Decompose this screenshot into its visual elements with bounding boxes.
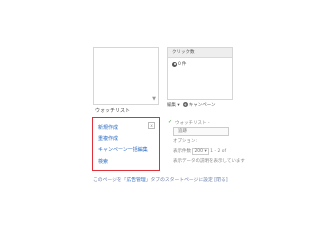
status-circle-icon (172, 61, 177, 67)
toolbar: 編集 ▾ + キャンペーン (167, 100, 233, 109)
add-campaign-button[interactable]: + キャンペーン (182, 102, 216, 108)
plus-icon: + (182, 102, 188, 107)
clicks-suffix: 件 (181, 62, 187, 67)
menu-item-new[interactable]: 新規作成 (98, 124, 118, 131)
add-campaign-label: キャンペーン (188, 102, 216, 108)
edit-button[interactable]: 編集 ▾ (167, 102, 180, 108)
display-count-label: 表示件数 (173, 149, 191, 154)
watchlist-label[interactable]: ウォッチリスト (95, 107, 130, 114)
check-icon: ✓ (168, 119, 173, 125)
clicks-value: 0 (178, 61, 181, 67)
menu-item-duplicate[interactable]: 重複作成 (98, 135, 118, 142)
clicks-panel: クリック数 0 件 (167, 47, 233, 100)
menu-close-icon[interactable]: x (148, 122, 155, 129)
watchlist-settings-title: ウォッチリスト - (175, 121, 210, 126)
start-page-note: このページを「広告管理」タブのスタートページに設定 [閉る] (93, 176, 228, 183)
footer-suffix[interactable]: 」タブのスタートページに設定 [閉る] (146, 178, 228, 183)
display-count-select[interactable]: 200 ▾ (192, 148, 209, 155)
data-note: 表示データの説明を表示しています (173, 159, 245, 164)
menu-item-search[interactable]: 検索 (98, 158, 108, 165)
campaign-tree-panel[interactable]: ▼ (93, 47, 159, 105)
ad-management-link[interactable]: 広告管理 (126, 178, 145, 183)
edit-button-label: 編集 ▾ (167, 102, 180, 108)
clicks-column-header[interactable]: クリック数 (168, 48, 232, 58)
watchlist-menu: x 新規作成 重複作成 キャンペーン一括編集 検索 (92, 117, 160, 171)
scroll-down-arrow-icon[interactable]: ▼ (152, 97, 156, 102)
options-label: オプション: (173, 139, 198, 144)
page-range: 1 - 2 of (210, 149, 227, 154)
watchlist-name-field[interactable]: 追跡 (173, 127, 229, 136)
watchlist-settings: ✓ ウォッチリスト - 追跡 オプション: 表示件数 200 ▾ 1 - 2 o… (167, 117, 245, 167)
menu-item-bulk-edit[interactable]: キャンペーン一括編集 (98, 146, 148, 153)
clicks-row: 0 件 (168, 58, 232, 70)
footer-prefix: このページを「 (93, 178, 127, 183)
display-count-row: 表示件数 200 ▾ 1 - 2 of (173, 148, 226, 155)
